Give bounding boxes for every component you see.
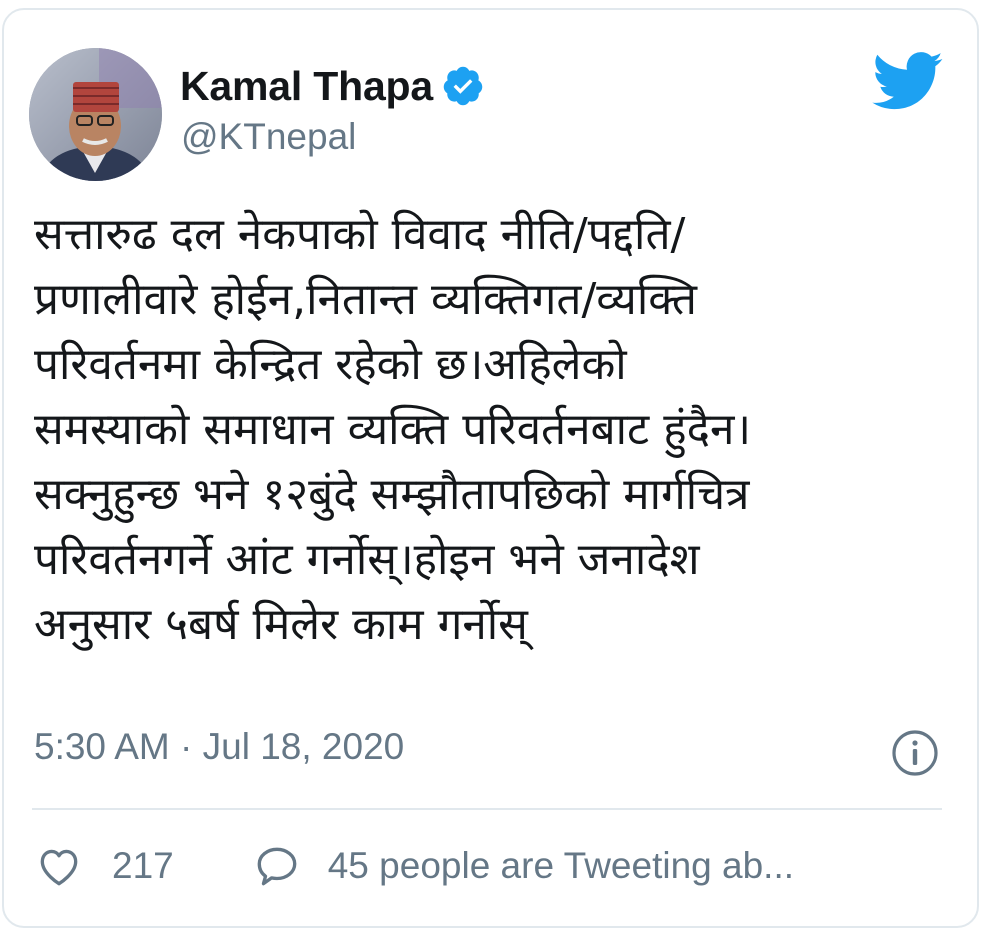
twitter-bird-icon[interactable] [872, 52, 944, 110]
tweet-text-line: परिवर्तनगर्ने आंट गर्नोस्।होइन भने जनादे… [34, 534, 700, 585]
author-handle[interactable]: @KTnepal [181, 116, 356, 158]
speech-bubble-icon [252, 841, 302, 891]
author-name-row[interactable]: Kamal Thapa [180, 56, 485, 116]
avatar[interactable] [29, 48, 162, 181]
heart-icon [34, 841, 84, 891]
author-display-name[interactable]: Kamal Thapa [180, 63, 433, 110]
conversation-button[interactable]: 45 people are Tweeting ab... [252, 841, 794, 891]
tweet-timestamp[interactable]: 5:30 AM · Jul 18, 2020 [34, 726, 404, 768]
tweet-text: सत्तारुढ दल नेकपाको विवाद नीति/पद्दति/ प… [34, 202, 934, 657]
divider [32, 808, 942, 810]
verified-badge-icon [441, 64, 485, 108]
tweet-card: Kamal Thapa @KTnepal सत्तारुढ दल नेकपाको… [2, 8, 979, 928]
info-icon[interactable] [890, 728, 940, 778]
like-count: 217 [112, 845, 174, 886]
tweet-text-line: प्रणालीवारे होईन,नितान्त व्यक्तिगत/व्यक्… [34, 274, 697, 325]
tweet-text-line: अनुसार ५बर्ष मिलेर काम गर्नोस् [34, 599, 528, 650]
tweet-text-line: समस्याको समाधान व्यक्ति परिवर्तनबाट हुंद… [34, 404, 752, 455]
tweet-actions: 217 45 people are Tweeting ab... [34, 836, 794, 896]
like-button[interactable]: 217 [34, 841, 174, 891]
tweet-text-line: सत्तारुढ दल नेकपाको विवाद नीति/पद्दति/ [34, 209, 686, 260]
tweet-text-line: सक्नुहुन्छ भने १२बुंदे सम्झौतापछिको मार्… [34, 469, 750, 520]
conversation-label: 45 people are Tweeting ab... [327, 845, 795, 886]
tweet-text-line: परिवर्तनमा केन्द्रित रहेको छ।अहिलेको [34, 339, 627, 390]
